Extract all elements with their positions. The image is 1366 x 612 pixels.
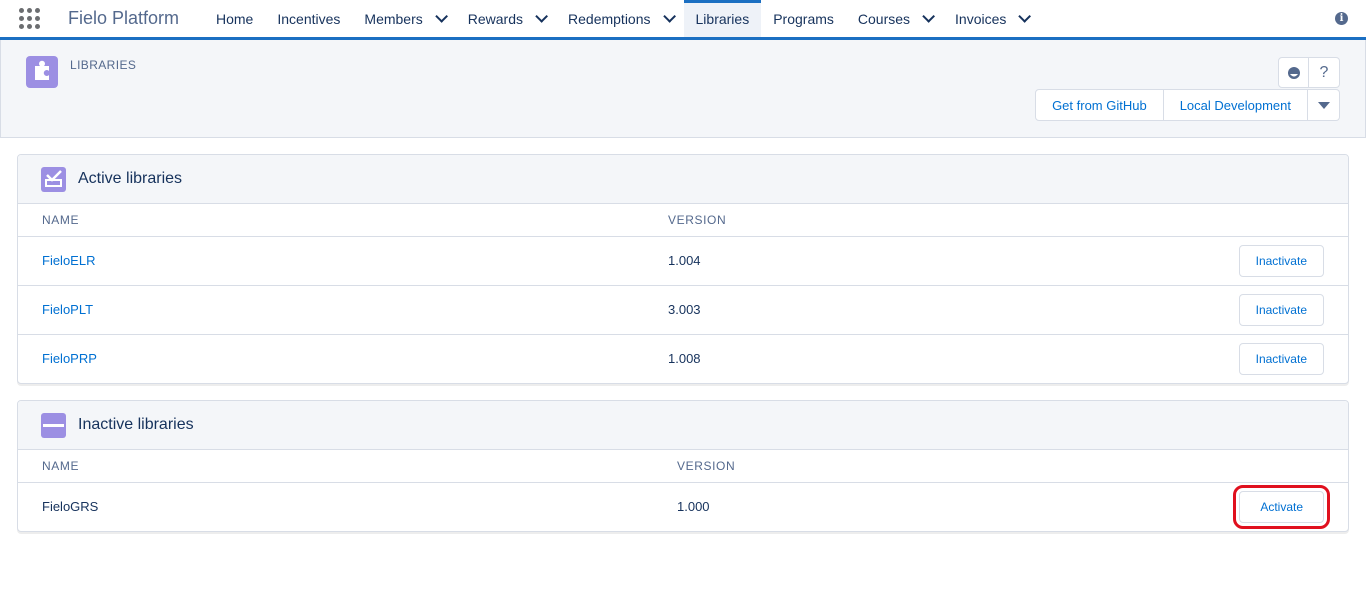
face-help-button[interactable] [1278, 57, 1309, 88]
nav-item-redemptions[interactable]: Redemptions [556, 0, 684, 37]
app-name: Fielo Platform [68, 8, 180, 28]
library-link[interactable]: FieloELR [42, 253, 95, 268]
active-libraries-card: Active libraries NAME VERSION FieloELR 1… [17, 154, 1349, 384]
page-header: LIBRARIES ? Get from GitHub Local Develo… [0, 40, 1366, 138]
inactivate-button[interactable]: Inactivate [1238, 244, 1324, 277]
nav-item-programs[interactable]: Programs [761, 0, 846, 37]
library-name: FieloGRS [42, 499, 99, 515]
nav-item-label: Redemptions [568, 10, 651, 27]
nav-item-label: Programs [773, 10, 834, 27]
page-title: LIBRARIES [70, 58, 137, 72]
library-link[interactable]: FieloPRP [42, 351, 97, 366]
inactive-libraries-table: NAME VERSION FieloGRS 1.000 Activate [18, 450, 1348, 531]
chevron-down-icon[interactable] [662, 10, 676, 23]
chevron-down-icon[interactable] [435, 10, 448, 23]
nav-item-home[interactable]: Home [204, 0, 265, 37]
puzzle-piece-icon [26, 56, 58, 88]
table-row: FieloELR 1.004 Inactivate [18, 236, 1348, 286]
help-button[interactable]: ? [1309, 57, 1340, 88]
app-launcher-button[interactable] [0, 0, 58, 37]
header-icon-buttons: ? [1278, 57, 1340, 88]
column-header-version: VERSION [668, 204, 905, 237]
library-version: 1.000 [677, 499, 710, 515]
inactivate-button[interactable]: Inactivate [1238, 342, 1324, 375]
nav-item-rewards[interactable]: Rewards [456, 0, 556, 37]
card-title: Inactive libraries [78, 416, 194, 433]
card-header: Active libraries [18, 155, 1348, 204]
get-from-github-button[interactable]: Get from GitHub [1035, 89, 1164, 121]
library-version: 1.004 [668, 236, 905, 286]
nav-item-label: Members [364, 10, 423, 27]
card-title: Active libraries [78, 170, 183, 187]
nav-item-label: Incentives [277, 10, 341, 27]
nav-item-incentives[interactable]: Incentives [265, 0, 352, 37]
table-row: FieloGRS 1.000 Activate [18, 482, 1348, 531]
header-button-group: Get from GitHub Local Development [1035, 89, 1340, 121]
minus-icon [41, 412, 66, 438]
library-version: 3.003 [668, 285, 905, 335]
app-launcher-icon [18, 8, 40, 29]
nav-item-label: Home [216, 10, 254, 27]
checkbox-check-icon [41, 166, 66, 192]
card-header: Inactive libraries [18, 401, 1348, 450]
question-icon: ? [1319, 63, 1329, 81]
table-row: FieloPRP 1.008 Inactivate [18, 334, 1348, 383]
inactivate-button[interactable]: Inactivate [1238, 293, 1324, 326]
caret-down-icon [1317, 101, 1330, 109]
nav-items: Home Incentives Members Rewards Redempti… [204, 0, 1039, 37]
nav-item-label: Rewards [467, 10, 524, 27]
chevron-down-icon[interactable] [1018, 10, 1032, 23]
column-header-name: NAME [18, 204, 668, 237]
nav-item-label: Courses [857, 10, 911, 27]
nav-item-libraries[interactable]: Libraries [683, 0, 762, 37]
more-actions-button[interactable] [1308, 89, 1340, 121]
nav-item-courses[interactable]: Courses [846, 0, 943, 37]
info-icon[interactable]: i [1335, 12, 1348, 25]
active-libraries-table: NAME VERSION FieloELR 1.004 Inactivate F… [18, 204, 1348, 383]
column-header-name: NAME [18, 450, 677, 483]
chevron-down-icon[interactable] [922, 10, 936, 23]
avatar-face-icon [1287, 66, 1300, 79]
top-navigation: Fielo Platform Home Incentives Members R… [0, 0, 1366, 40]
nav-item-label: Invoices [955, 10, 1007, 27]
table-row: FieloPLT 3.003 Inactivate [18, 285, 1348, 335]
activate-button[interactable]: Activate [1233, 484, 1330, 529]
column-header-version: VERSION [677, 450, 912, 483]
chevron-down-icon[interactable] [535, 10, 549, 23]
library-version: 1.008 [668, 351, 701, 367]
inactive-libraries-card: Inactive libraries NAME VERSION FieloGRS… [17, 400, 1349, 532]
nav-item-invoices[interactable]: Invoices [943, 0, 1039, 37]
local-development-button[interactable]: Local Development [1163, 89, 1308, 121]
nav-item-members[interactable]: Members [352, 0, 455, 37]
nav-item-label: Libraries [695, 10, 750, 27]
library-link[interactable]: FieloPLT [42, 302, 93, 317]
